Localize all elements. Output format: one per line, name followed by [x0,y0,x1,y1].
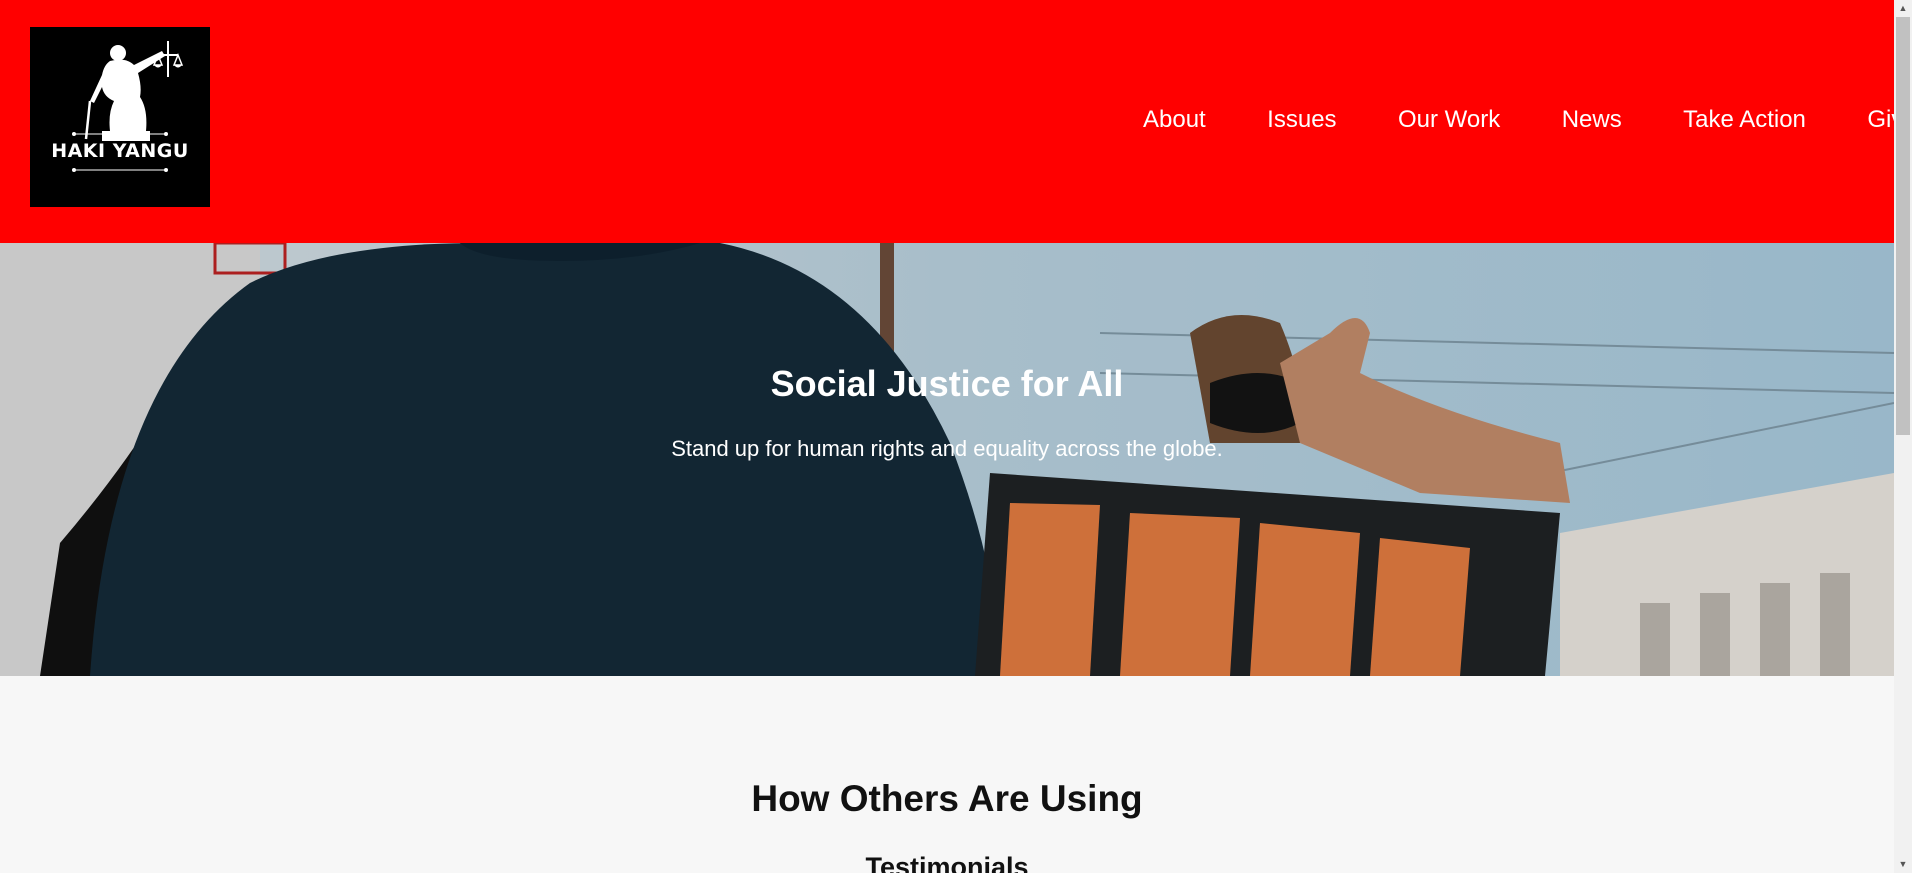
vertical-scrollbar[interactable]: ▲ ▼ [1894,0,1912,873]
testimonials-heading: How Others Are Using [751,778,1143,819]
scroll-down-arrow-icon[interactable]: ▼ [1894,856,1912,873]
page: HAKI YANGU About Issues Our Work News Ta… [0,0,1894,873]
scroll-up-arrow-icon[interactable]: ▲ [1894,0,1912,17]
scroll-thumb[interactable] [1896,17,1910,435]
nav-our-work[interactable]: Our Work [1398,106,1500,134]
testimonials-subheading: Testimonials [865,852,1029,873]
nav-take-action[interactable]: Take Action [1683,106,1806,134]
hero-subtitle: Stand up for human rights and equality a… [671,436,1223,461]
logo-text: HAKI YANGU [51,140,189,162]
logo[interactable]: HAKI YANGU [30,27,210,207]
hero-banner: Social Justice for All Stand up for huma… [0,243,1894,676]
main-nav: About Issues Our Work News Take Action G… [1143,106,1894,134]
nav-about[interactable]: About [1143,106,1206,134]
nav-issues[interactable]: Issues [1267,106,1336,134]
hero-title: Social Justice for All [770,363,1124,404]
site-header: HAKI YANGU About Issues Our Work News Ta… [0,0,1894,243]
nav-give[interactable]: Give [1867,106,1894,134]
lady-justice-icon [72,41,184,172]
nav-news[interactable]: News [1562,106,1622,134]
